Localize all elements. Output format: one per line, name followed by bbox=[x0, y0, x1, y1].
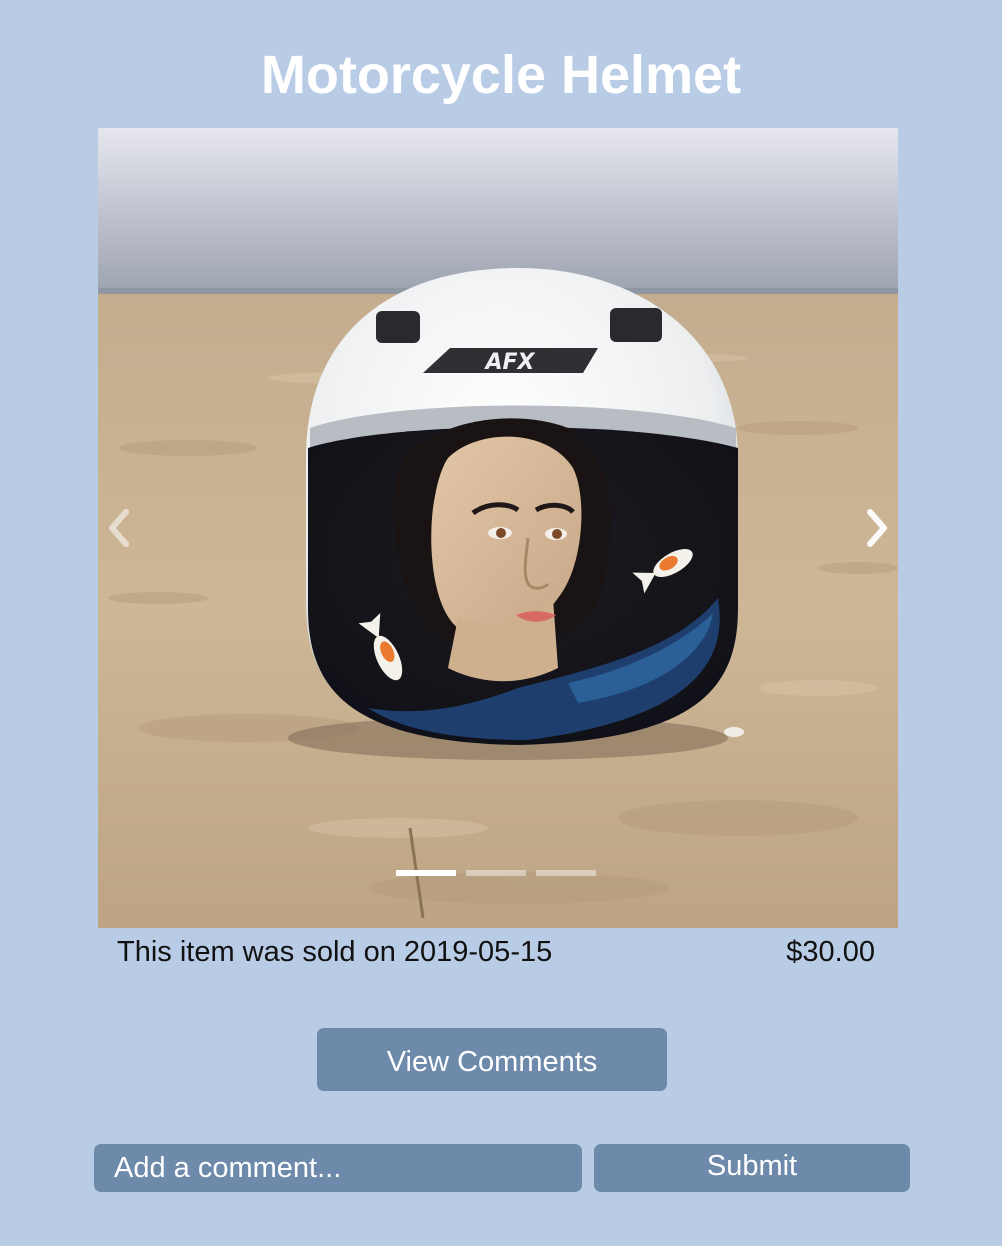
carousel-indicator-2[interactable] bbox=[466, 870, 526, 876]
image-carousel: AFX bbox=[98, 128, 898, 928]
helmet-photo: AFX bbox=[98, 128, 898, 928]
carousel-next-button[interactable] bbox=[858, 506, 898, 550]
sold-date-text: This item was sold on 2019-05-15 bbox=[117, 936, 553, 968]
chevron-left-icon bbox=[109, 509, 129, 547]
carousel-indicator-3[interactable] bbox=[536, 870, 596, 876]
page-title: Motorcycle Helmet bbox=[260, 45, 742, 105]
helmet-brand-logo: AFX bbox=[483, 350, 535, 375]
price-text: $30.00 bbox=[786, 936, 875, 968]
carousel-indicator-1[interactable] bbox=[396, 870, 456, 876]
chevron-right-icon bbox=[867, 509, 887, 547]
comment-input[interactable] bbox=[94, 1144, 582, 1192]
carousel-indicators bbox=[396, 870, 596, 876]
view-comments-button[interactable]: View Comments bbox=[317, 1028, 667, 1091]
submit-button[interactable]: Submit bbox=[594, 1144, 910, 1192]
carousel-prev-button[interactable] bbox=[98, 506, 138, 550]
